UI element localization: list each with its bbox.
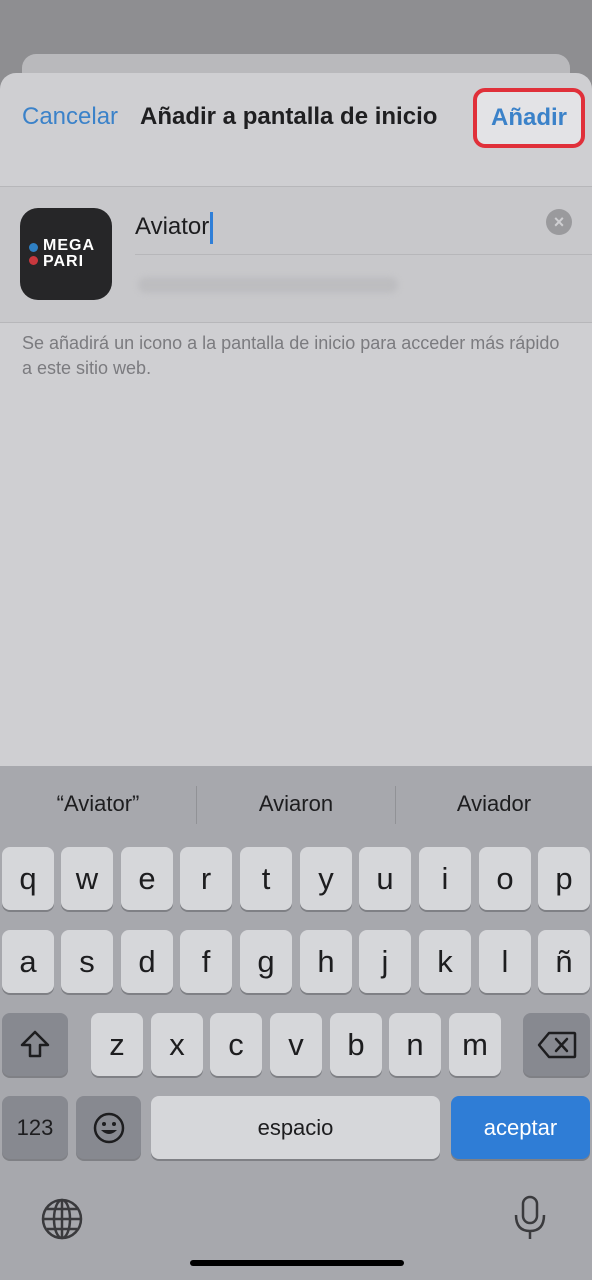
key-q[interactable]: q — [2, 847, 54, 910]
logo-dot-red — [29, 256, 38, 265]
key-s[interactable]: s — [61, 930, 113, 993]
emoji-icon — [93, 1112, 125, 1144]
shortcut-name-field[interactable]: Aviator — [135, 207, 535, 247]
key-t[interactable]: t — [240, 847, 292, 910]
shift-key[interactable] — [2, 1013, 68, 1076]
microphone-icon[interactable] — [510, 1195, 550, 1241]
logo-dot-blue — [29, 243, 38, 252]
add-button-label: Añadir — [490, 104, 567, 131]
hint-text: Se añadirá un icono a la pantalla de ini… — [22, 333, 560, 378]
key-a[interactable]: a — [2, 930, 54, 993]
keyboard: “Aviator” Aviaron Aviador q w e r t y u … — [0, 766, 592, 1280]
key-w[interactable]: w — [61, 847, 113, 910]
cancel-button[interactable]: Cancelar — [22, 103, 118, 131]
key-c[interactable]: c — [210, 1013, 262, 1076]
emoji-key[interactable] — [76, 1096, 141, 1159]
key-g[interactable]: g — [240, 930, 292, 993]
numbers-key[interactable]: 123 — [2, 1096, 68, 1159]
key-x[interactable]: x — [151, 1013, 203, 1076]
shortcut-name-value: Aviator — [135, 213, 210, 240]
megapari-logo-icon: MEGA PARI — [29, 238, 105, 270]
text-caret — [210, 211, 214, 244]
key-p[interactable]: p — [538, 847, 590, 910]
key-k[interactable]: k — [419, 930, 471, 993]
shift-icon — [20, 1030, 50, 1058]
blurred-url — [138, 277, 398, 293]
key-j[interactable]: j — [359, 930, 411, 993]
key-o[interactable]: o — [479, 847, 531, 910]
key-h[interactable]: h — [300, 930, 352, 993]
suggestion-1[interactable]: “Aviator” — [0, 788, 196, 820]
key-z[interactable]: z — [91, 1013, 143, 1076]
suggestion-2[interactable]: Aviaron — [197, 788, 395, 820]
shortcut-form: MEGA PARI Aviator × — [0, 186, 592, 323]
key-n-tilde[interactable]: ñ — [538, 930, 590, 993]
key-r[interactable]: r — [180, 847, 232, 910]
sheet-title: Añadir a pantalla de inicio — [140, 103, 438, 130]
app-icon: MEGA PARI — [20, 208, 112, 300]
backspace-icon — [537, 1031, 577, 1059]
key-v[interactable]: v — [270, 1013, 322, 1076]
key-b[interactable]: b — [330, 1013, 382, 1076]
key-m[interactable]: m — [449, 1013, 501, 1076]
key-y[interactable]: y — [300, 847, 352, 910]
key-i[interactable]: i — [419, 847, 471, 910]
globe-icon[interactable] — [40, 1197, 84, 1241]
field-divider — [135, 254, 592, 255]
delete-key[interactable] — [523, 1013, 590, 1076]
key-n[interactable]: n — [389, 1013, 441, 1076]
key-e[interactable]: e — [121, 847, 173, 910]
nav-bar: Cancelar Añadir a pantalla de inicio Aña… — [0, 73, 592, 186]
accept-key[interactable]: aceptar — [451, 1096, 590, 1159]
suggestion-3[interactable]: Aviador — [396, 788, 592, 820]
add-to-home-sheet: Cancelar Añadir a pantalla de inicio Aña… — [0, 73, 592, 773]
space-key[interactable]: espacio — [151, 1096, 440, 1159]
key-l[interactable]: l — [479, 930, 531, 993]
suggestion-bar: “Aviator” Aviaron Aviador — [0, 766, 592, 842]
key-u[interactable]: u — [359, 847, 411, 910]
add-button[interactable]: Añadir — [473, 88, 585, 148]
home-indicator — [190, 1260, 404, 1266]
clear-text-button[interactable]: × — [546, 209, 572, 235]
key-d[interactable]: d — [121, 930, 173, 993]
key-f[interactable]: f — [180, 930, 232, 993]
